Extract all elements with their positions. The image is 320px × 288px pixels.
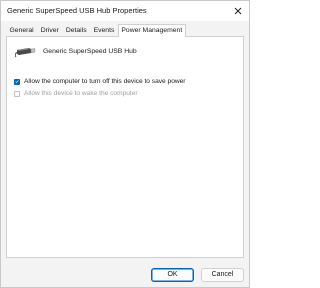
tab-strip: General Driver Details Events Power Mana… [6,23,186,37]
allow-turn-off-checkbox[interactable] [14,78,20,85]
properties-dialog: Generic SuperSpeed USB Hub Properties Ge… [0,0,250,288]
device-name: Generic SuperSpeed USB Hub [43,48,137,55]
title-bar: Generic SuperSpeed USB Hub Properties [1,1,249,21]
tab-general[interactable]: General [6,24,37,36]
ok-button[interactable]: OK [151,268,194,282]
tab-events[interactable]: Events [90,24,118,36]
tab-power-management[interactable]: Power Management [117,24,186,37]
usb-hub-icon [14,44,37,60]
allow-turn-off-option[interactable]: Allow the computer to turn off this devi… [14,78,186,85]
tab-details[interactable]: Details [62,24,90,36]
tab-driver[interactable]: Driver [37,24,62,36]
window-title: Generic SuperSpeed USB Hub Properties [7,6,147,15]
power-management-panel: Generic SuperSpeed USB Hub Allow the com… [6,36,244,258]
allow-turn-off-label: Allow the computer to turn off this devi… [24,78,186,85]
allow-wake-option: Allow this device to wake the computer [14,90,138,97]
allow-wake-checkbox [14,90,20,97]
close-icon[interactable] [231,4,245,18]
allow-wake-label: Allow this device to wake the computer [24,90,138,97]
cancel-button[interactable]: Cancel [201,268,244,282]
